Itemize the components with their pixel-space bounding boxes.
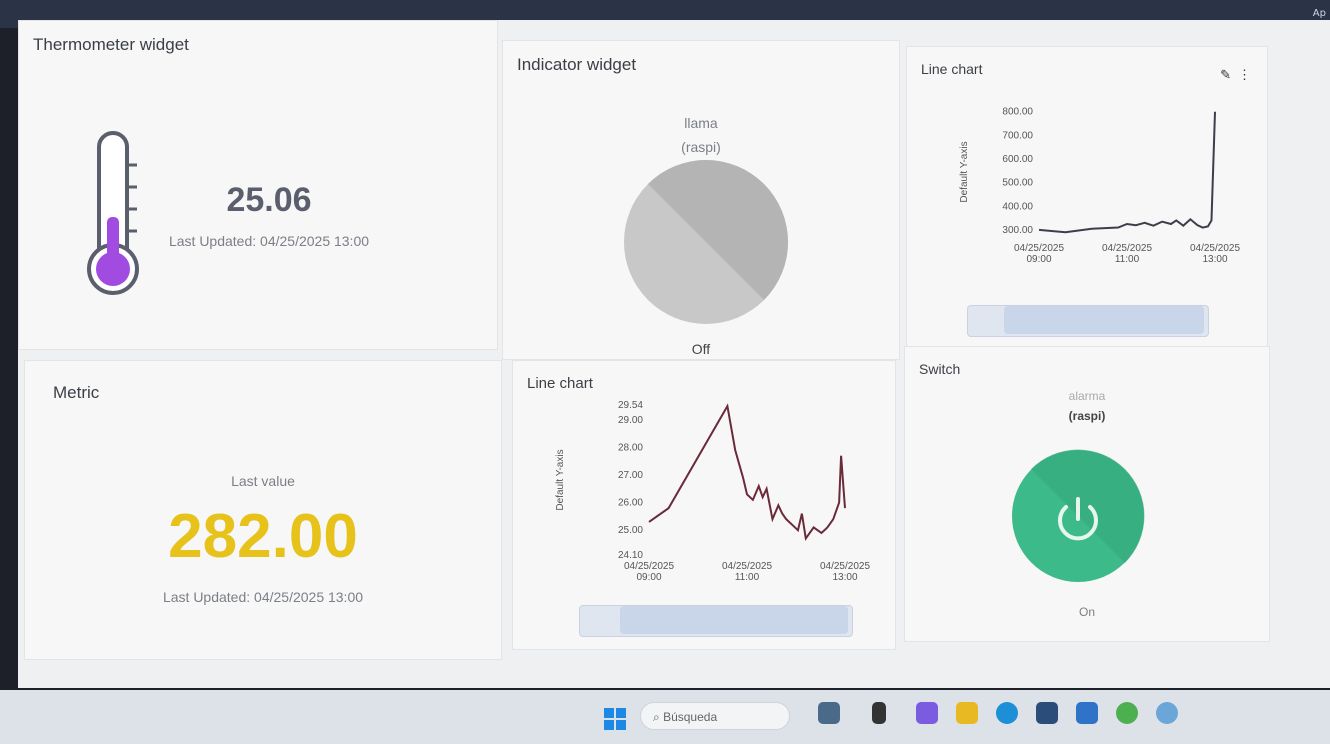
chart-bottom-xtick-date: 04/25/2025 [624, 561, 674, 572]
metric-caption: Last value [231, 473, 295, 489]
chart-bottom-ytick: 29.00 [618, 415, 643, 426]
chart-top-ytick: 300.00 [1002, 225, 1033, 236]
line-chart-bottom: Default Y-axis 29.54 29.00 28.00 27.00 26.00 2… [555, 400, 870, 583]
metric-value: 282.00 [168, 502, 358, 571]
switch-source: (raspi) [1068, 409, 1106, 423]
chart-top-ytick: 800.00 [1002, 107, 1033, 118]
chart-top-xtick-date: 04/25/2025 [1102, 243, 1152, 254]
thermometer-title: Thermometer widget [33, 35, 189, 54]
taskbar-search[interactable]: ⌕ Búsqueda [640, 702, 790, 730]
zoom-slider-top[interactable] [967, 305, 1209, 337]
taskbar: ⌕ Búsqueda [0, 690, 1330, 744]
chart-bottom-ytick: 26.00 [618, 498, 643, 509]
windows-start-icon[interactable] [604, 708, 626, 730]
widgets-icon[interactable] [818, 702, 840, 724]
search-placeholder: Búsqueda [663, 710, 718, 724]
indicator-source: (raspi) [681, 139, 721, 155]
metric-updated: Last Updated: 04/25/2025 13:00 [162, 589, 364, 605]
chart-bottom-xtick-date: 04/25/2025 [722, 561, 772, 572]
line-chart-top-title: Line chart [921, 61, 983, 77]
chart-top-ylabel: Default Y-axis [959, 141, 970, 202]
chart-bottom-xtick-time: 09:00 [636, 572, 661, 583]
app-icon-round[interactable] [1156, 702, 1178, 724]
chart-bottom-ytick: 25.00 [618, 525, 643, 536]
thermometer-widget: Thermometer widget 25.06 Last Updated: 0… [18, 20, 498, 350]
line-chart-top-widget: Line chart ✎ ⋮ Default Y-axis 800.00 700.0… [906, 46, 1268, 350]
chart-top-xtick-date: 04/25/2025 [1014, 243, 1064, 254]
indicator-widget: Indicator widget llama (raspi) Off [502, 40, 900, 360]
task-view-icon[interactable] [872, 702, 886, 724]
app-icon-blue[interactable] [1076, 702, 1098, 724]
chart-bottom-ytick: 24.10 [618, 550, 643, 561]
chart-bottom-ytick: 27.00 [618, 470, 643, 481]
copilot-icon[interactable] [916, 702, 938, 724]
chart-top-xtick-date: 04/25/2025 [1190, 243, 1240, 254]
line-chart-top: Default Y-axis 800.00 700.00 600.00 500.00 40… [959, 107, 1240, 265]
metric-title: Metric [53, 383, 100, 402]
thermometer-updated: Last Updated: 04/25/2025 13:00 [168, 233, 370, 249]
indicator-state: Off [691, 341, 711, 357]
switch-title: Switch [919, 361, 961, 377]
store-icon[interactable] [1036, 702, 1058, 724]
switch-device: alarma [1068, 389, 1106, 403]
edit-icon[interactable]: ✎ [1220, 67, 1231, 83]
indicator-device: llama [684, 115, 718, 131]
indicator-light [624, 159, 789, 324]
chart-top-ytick: 700.00 [1002, 130, 1033, 141]
dashboard: Thermometer widget 25.06 Last Updated: 0… [18, 20, 1330, 688]
zoom-slider-bottom[interactable] [579, 605, 853, 637]
chart-bottom-ylabel: Default Y-axis [555, 449, 566, 510]
chart-bottom-xtick-time: 13:00 [832, 572, 857, 583]
file-explorer-icon[interactable] [956, 702, 978, 724]
edge-icon[interactable] [996, 702, 1018, 724]
chart-bottom-xtick-time: 11:00 [735, 572, 760, 583]
chart-top-ytick: 600.00 [1002, 154, 1033, 165]
line-chart-bottom-title: Line chart [527, 375, 593, 392]
chart-top-series-line [1038, 111, 1216, 234]
chrome-icon[interactable] [1116, 702, 1138, 724]
switch-button[interactable] [1011, 449, 1145, 583]
apps-label[interactable]: Ap [1313, 8, 1326, 19]
zoom-range-top[interactable] [1004, 306, 1204, 334]
chart-bottom-ytick: 29.54 [618, 400, 643, 411]
line-chart-bottom-widget: Line chart Default Y-axis 29.54 29.00 28.00… [512, 360, 896, 650]
chart-bottom-ytick: 28.00 [618, 442, 643, 453]
switch-state: On [1078, 605, 1095, 619]
chart-top-xtick-time: 11:00 [1115, 254, 1140, 265]
chart-top-xtick-time: 09:00 [1026, 254, 1051, 265]
more-icon[interactable]: ⋮ [1238, 67, 1251, 83]
switch-widget: Switch alarma (raspi) On [904, 346, 1270, 642]
indicator-title: Indicator widget [517, 55, 637, 74]
chart-top-xtick-time: 13:00 [1202, 254, 1227, 265]
chart-bottom-series-line [648, 403, 846, 542]
chart-top-ytick: 500.00 [1002, 178, 1033, 189]
thermometer-value: 25.06 [226, 181, 312, 219]
search-icon: ⌕ [653, 710, 660, 724]
metric-widget: Metric Last value 282.00 Last Updated: 0… [24, 360, 502, 660]
zoom-range-bottom[interactable] [620, 606, 848, 634]
chart-bottom-xtick-date: 04/25/2025 [820, 561, 870, 572]
chart-top-ytick: 400.00 [1002, 201, 1033, 212]
